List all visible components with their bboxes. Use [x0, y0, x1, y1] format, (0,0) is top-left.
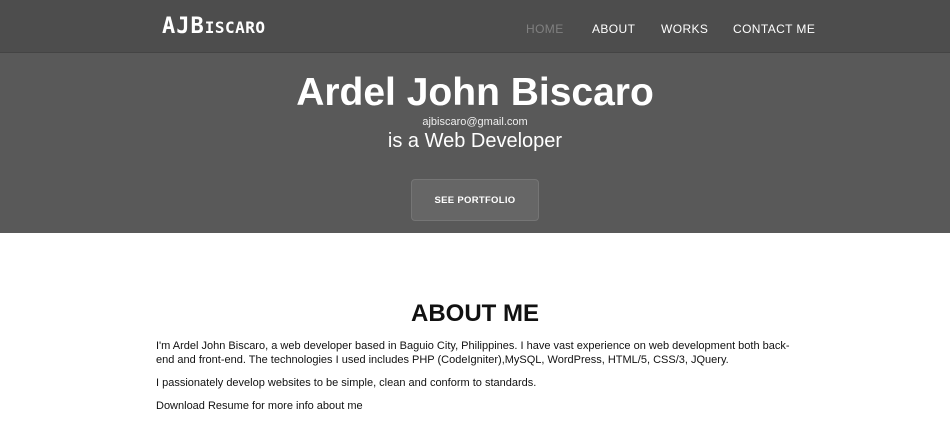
nav-link-contact[interactable]: CONTACT ME: [733, 22, 815, 38]
download-suffix: for more info about me: [248, 400, 363, 412]
hero-section: AJB ISCARO HOME ABOUT WORKS CONTACT ME A…: [0, 0, 950, 233]
about-title: ABOUT ME: [411, 300, 539, 327]
see-portfolio-button[interactable]: SEE PORTFOLIO: [411, 179, 539, 221]
nav-link-about[interactable]: ABOUT: [592, 22, 635, 38]
brand-logo[interactable]: AJB ISCARO: [162, 14, 266, 40]
hero-email: ajbiscaro@gmail.com: [422, 116, 528, 128]
navbar: AJB ISCARO HOME ABOUT WORKS CONTACT ME: [0, 0, 950, 53]
about-paragraph-download: Download Resume for more info about me: [156, 399, 796, 413]
about-paragraph-intro: I'm Ardel John Biscaro, a web developer …: [156, 340, 790, 366]
about-paragraph-philosophy: I passionately develop websites to be si…: [156, 377, 537, 389]
hero-role: is a Web Developer: [387, 130, 563, 152]
hero-name: Ardel John Biscaro: [296, 71, 654, 114]
download-prefix: Download: [156, 400, 208, 412]
brand-logo-initials: AJB: [162, 14, 205, 39]
nav-link-home[interactable]: HOME: [526, 22, 564, 38]
brand-logo-rest: ISCARO: [204, 18, 266, 37]
nav-link-works[interactable]: WORKS: [661, 22, 708, 38]
resume-link[interactable]: Resume: [208, 400, 249, 412]
